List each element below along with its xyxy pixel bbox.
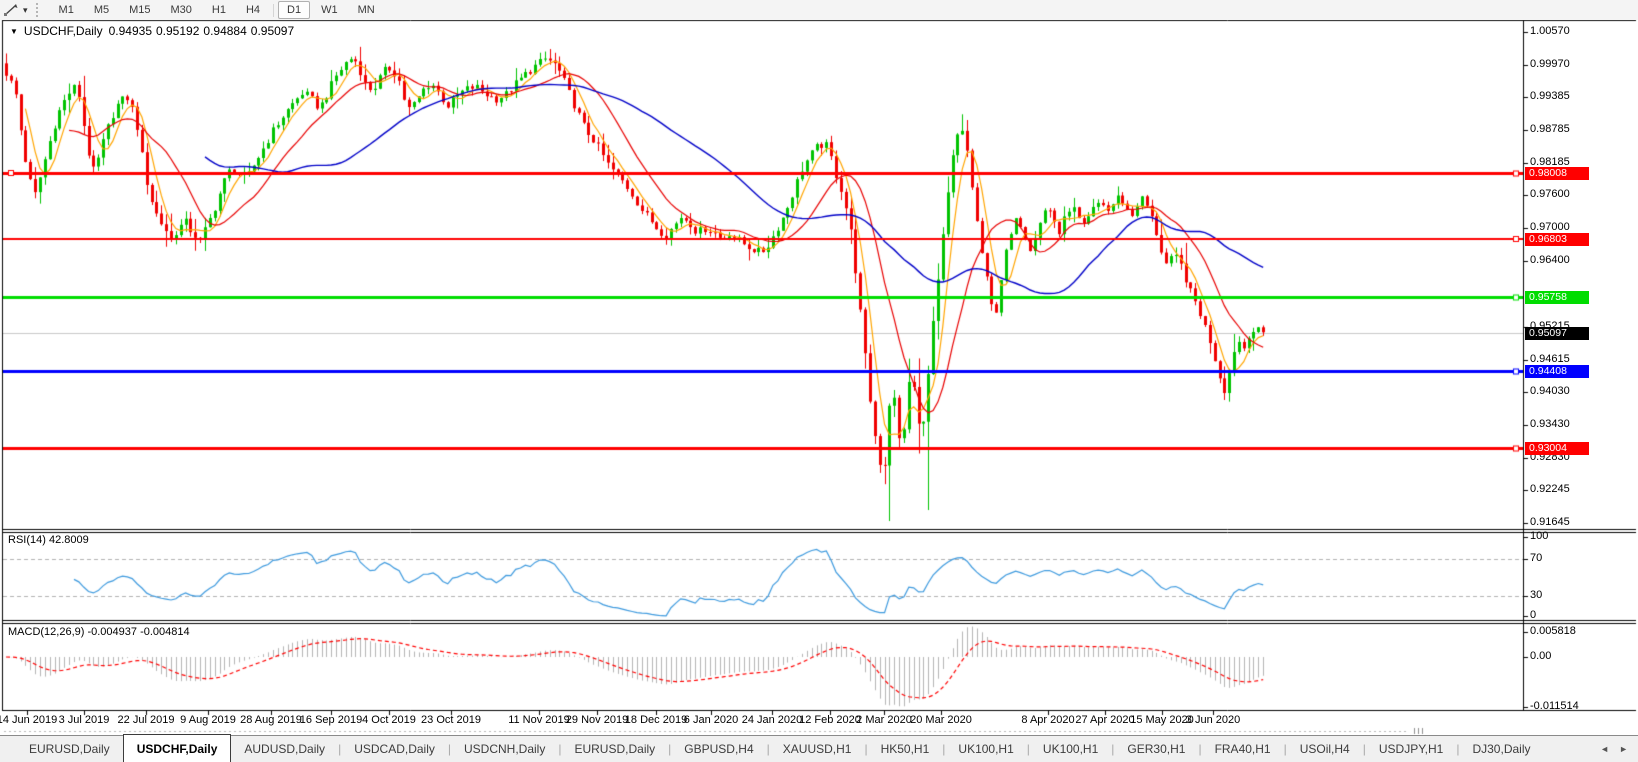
rsi-axis-label: 70 xyxy=(1530,552,1543,564)
current-price-label: 0.95097 xyxy=(1525,327,1589,341)
rsi-axis-label: 100 xyxy=(1530,530,1549,542)
chart-tab-USDCHF-Daily[interactable]: USDCHF,Daily xyxy=(122,734,232,762)
date-axis-label: 8 Apr 2020 xyxy=(1021,714,1075,726)
trendline-tool-icon[interactable] xyxy=(3,3,19,17)
ohlc-close: 0.95097 xyxy=(250,24,295,38)
date-axis-label: 20 Mar 2020 xyxy=(910,714,972,726)
timeframe-button-M15[interactable]: M15 xyxy=(120,1,159,19)
timeframe-buttons: M1 M5 M15 M30 H1 H4 D1 W1 MN xyxy=(49,1,385,19)
chart-tab-UK100-H1[interactable]: UK100,H1 xyxy=(945,736,1026,762)
date-axis-label: 4 Oct 2019 xyxy=(362,714,416,726)
tab-scroll-left-icon[interactable]: ◄ xyxy=(1600,744,1609,754)
chart-title: ▼ USDCHF,Daily 0.94935 0.95192 0.94884 0… xyxy=(10,24,294,38)
chart-tab-USOil-H4[interactable]: USOil,H4 xyxy=(1287,736,1363,762)
date-axis-label: 18 Dec 2019 xyxy=(624,714,688,726)
date-axis-label: 3 Jun 2020 xyxy=(1185,714,1241,726)
date-axis-label: 11 Nov 2019 xyxy=(508,714,570,726)
hline-price-label: 0.94408 xyxy=(1525,364,1589,378)
trading-platform-window: ▾ M1 M5 M15 M30 H1 H4 D1 W1 MN ▼ USDCHF,Daily 0.… xyxy=(0,0,1638,762)
timeframe-button-H4[interactable]: H4 xyxy=(237,1,269,19)
timeframe-button-M30[interactable]: M30 xyxy=(162,1,201,19)
chart-tab-USDCAD-Daily[interactable]: USDCAD,Daily xyxy=(341,736,448,762)
hline-price-label: 0.95758 xyxy=(1525,290,1589,304)
macd-indicator-label: MACD(12,26,9) -0.004937 -0.004814 xyxy=(8,626,190,638)
date-axis-label: 3 Jul 2019 xyxy=(58,714,110,726)
chart-tabs: EURUSD,Daily USDCHF,Daily AUDUSD,Daily | USD… xyxy=(16,734,1544,762)
date-axis-label: 15 May 2020 xyxy=(1130,714,1194,726)
rsi-indicator-label: RSI(14) 42.8009 xyxy=(8,534,89,546)
date-axis-label: 29 Nov 2019 xyxy=(565,714,629,726)
chart-tab-AUDUSD-Daily[interactable]: AUDUSD,Daily xyxy=(231,736,338,762)
chart-tab-USDCNH-Daily[interactable]: USDCNH,Daily xyxy=(451,736,558,762)
price-axis-label: 0.98785 xyxy=(1530,123,1570,136)
rsi-axis-label: 0 xyxy=(1530,609,1537,621)
price-axis-label: 0.92245 xyxy=(1530,482,1570,495)
date-axis-label: 6 Jan 2020 xyxy=(683,714,739,726)
chart-tab-USDJPY-H1[interactable]: USDJPY,H1 xyxy=(1366,736,1456,762)
timeframe-button-M5[interactable]: M5 xyxy=(85,1,118,19)
trendline-tool-glyph xyxy=(4,4,18,16)
macd-axis-label: 0.00 xyxy=(1530,650,1552,662)
date-axis-label: 12 Feb 2020 xyxy=(799,714,861,726)
date-axis-label: 16 Sep 2019 xyxy=(299,714,363,726)
chart-tab-EURUSD-Daily[interactable]: EURUSD,Daily xyxy=(561,736,668,762)
tool-dropdown-caret[interactable]: ▾ xyxy=(19,5,32,16)
tab-scroll-nav: ◄ ► xyxy=(1600,736,1638,762)
chart-title-collapse-icon[interactable]: ▼ xyxy=(10,27,18,36)
hline-price-label: 0.98008 xyxy=(1525,166,1589,180)
ohlc-low: 0.94884 xyxy=(203,24,247,38)
price-axis-label: 0.94030 xyxy=(1530,384,1570,397)
price-axis-label: 0.97000 xyxy=(1530,221,1570,234)
date-axis-label: 24 Jan 2020 xyxy=(741,714,803,726)
toolbar-separator xyxy=(273,3,275,17)
ohlc-open: 0.94935 xyxy=(108,24,152,38)
chart-tab-HK50-H1[interactable]: HK50,H1 xyxy=(868,736,943,762)
macd-axis-label: 0.005818 xyxy=(1530,624,1576,637)
macd-axis-label: -0.011514 xyxy=(1530,699,1579,712)
price-axis-label: 0.94615 xyxy=(1530,352,1570,365)
tab-scroll-right-icon[interactable]: ► xyxy=(1619,744,1628,754)
chart-tab-XAUUSD-H1[interactable]: XAUUSD,H1 xyxy=(770,736,865,762)
date-axis-label: 9 Aug 2019 xyxy=(180,714,236,726)
date-axis-label: 28 Aug 2019 xyxy=(240,714,302,726)
chart-tab-GBPUSD-H4[interactable]: GBPUSD,H4 xyxy=(671,736,766,762)
timeframe-button-M1[interactable]: M1 xyxy=(50,1,83,19)
price-axis-label: 0.99385 xyxy=(1530,90,1570,103)
date-axis-label: 2 Mar 2020 xyxy=(856,714,912,726)
timeframe-button-H1[interactable]: H1 xyxy=(203,1,235,19)
price-axis-label: 1.00570 xyxy=(1530,25,1570,37)
price-axis-label: 0.91645 xyxy=(1530,515,1570,528)
chart-tab-bar: EURUSD,Daily USDCHF,Daily AUDUSD,Daily | USD… xyxy=(0,734,1638,762)
chart-tab-EURUSD-Daily[interactable]: EURUSD,Daily xyxy=(16,736,123,762)
toolbar-grip[interactable] xyxy=(35,3,43,17)
price-axis-label: 0.93430 xyxy=(1530,417,1570,430)
timeframe-button-W1[interactable]: W1 xyxy=(312,1,347,19)
date-axis-label: 14 Jun 2019 xyxy=(0,714,58,726)
date-axis-label: 22 Jul 2019 xyxy=(117,714,175,726)
timeframe-button-MN[interactable]: MN xyxy=(349,1,384,19)
hline-price-label: 0.93004 xyxy=(1525,442,1589,456)
chart-tab-FRA40-H1[interactable]: FRA40,H1 xyxy=(1202,736,1284,762)
rsi-axis-label: 30 xyxy=(1530,589,1543,601)
timeframe-toolbar: ▾ M1 M5 M15 M30 H1 H4 D1 W1 MN xyxy=(0,0,1638,20)
price-axis-label: 0.97600 xyxy=(1530,188,1570,201)
price-axis-label: 0.99970 xyxy=(1530,58,1570,70)
timeframe-button-D1[interactable]: D1 xyxy=(278,1,311,19)
chart-tab-GER30-H1[interactable]: GER30,H1 xyxy=(1114,736,1198,762)
chart-tab-UK100-H1[interactable]: UK100,H1 xyxy=(1030,736,1111,762)
hline-price-label: 0.96803 xyxy=(1525,233,1589,247)
chart-canvas[interactable] xyxy=(0,0,1638,762)
chart-symbol-period: USDCHF,Daily xyxy=(23,24,103,38)
date-axis-label: 23 Oct 2019 xyxy=(421,714,481,726)
chart-tab-DJ30-Daily[interactable]: DJ30,Daily xyxy=(1459,736,1543,762)
price-axis-label: 0.96400 xyxy=(1530,254,1570,267)
ohlc-high: 0.95192 xyxy=(156,24,200,38)
date-axis-label: 27 Apr 2020 xyxy=(1075,714,1135,726)
